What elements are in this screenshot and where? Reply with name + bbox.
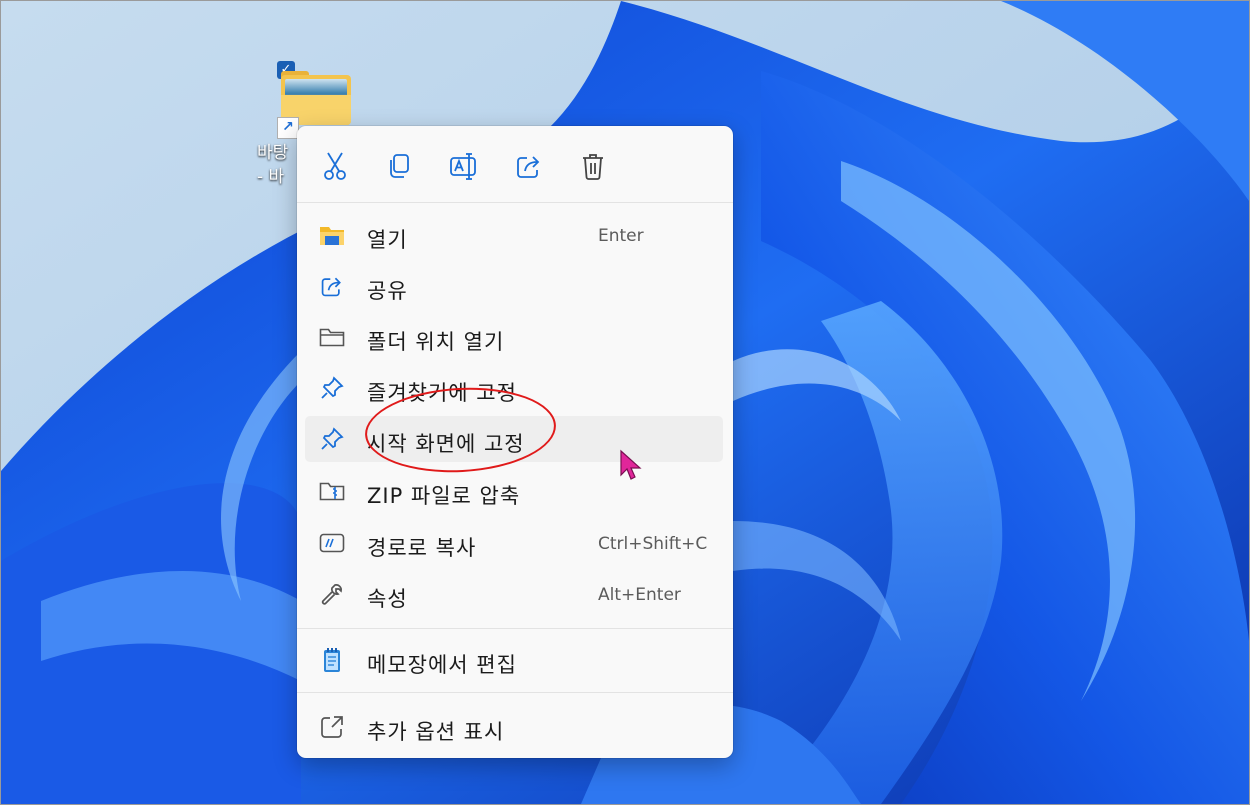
menu-item-shortcut: Enter <box>598 226 644 246</box>
copy-path-icon <box>319 531 345 555</box>
menu-item-label: 폴더 위치 열기 <box>367 330 505 354</box>
notepad-icon <box>319 648 345 672</box>
menu-item-shortcut: Ctrl+Shift+C <box>598 534 708 554</box>
menu-item-properties[interactable]: 속성 Alt+Enter <box>305 571 723 617</box>
menu-item-label: ZIP 파일로 압축 <box>367 484 521 508</box>
menu-separator <box>297 692 733 693</box>
menu-item-label: 추가 옵션 표시 <box>367 720 505 744</box>
menu-item-compress-zip[interactable]: ZIP 파일로 압축 <box>305 468 723 514</box>
cut-icon <box>324 152 346 180</box>
menu-item-label: 공유 <box>367 279 408 303</box>
more-options-icon <box>319 715 345 739</box>
share-icon <box>517 156 540 178</box>
folder-outline-icon <box>319 325 345 349</box>
share-button[interactable] <box>507 146 551 186</box>
zip-folder-icon <box>319 479 345 503</box>
pin-icon <box>319 376 345 400</box>
wrench-icon <box>319 582 345 606</box>
menu-item-label: 경로로 복사 <box>367 536 477 560</box>
rename-button[interactable] <box>442 146 486 186</box>
open-folder-icon <box>319 223 345 247</box>
menu-item-label: 메모장에서 편집 <box>367 653 517 677</box>
desktop: ✓ ↗ 바탕 - 바 열기 Enter 공유 폴더 위치 열기 즐겨찾기에 고정… <box>0 0 1250 805</box>
menu-separator <box>297 202 733 203</box>
menu-item-label: 속성 <box>367 587 408 611</box>
menu-item-open-folder-location[interactable]: 폴더 위치 열기 <box>305 314 723 360</box>
rename-icon <box>450 153 476 180</box>
menu-item-show-more-options[interactable]: 추가 옵션 표시 <box>305 704 723 750</box>
context-menu-toolbar <box>297 126 733 202</box>
share-icon <box>319 274 345 298</box>
menu-item-share[interactable]: 공유 <box>305 263 723 309</box>
mouse-cursor-icon <box>620 449 642 480</box>
cut-button[interactable] <box>313 146 357 186</box>
copy-button[interactable] <box>377 146 421 186</box>
menu-separator <box>297 628 733 629</box>
menu-item-open[interactable]: 열기 Enter <box>305 212 723 258</box>
pin-icon <box>319 427 345 451</box>
delete-icon <box>583 154 603 180</box>
menu-item-shortcut: Alt+Enter <box>598 585 681 605</box>
delete-button[interactable] <box>571 146 615 186</box>
menu-item-edit-in-notepad[interactable]: 메모장에서 편집 <box>305 637 723 683</box>
shortcut-arrow-icon: ↗ <box>277 117 299 139</box>
menu-item-copy-as-path[interactable]: 경로로 복사 Ctrl+Shift+C <box>305 520 723 566</box>
copy-icon <box>390 154 409 178</box>
menu-item-label: 열기 <box>367 228 408 252</box>
